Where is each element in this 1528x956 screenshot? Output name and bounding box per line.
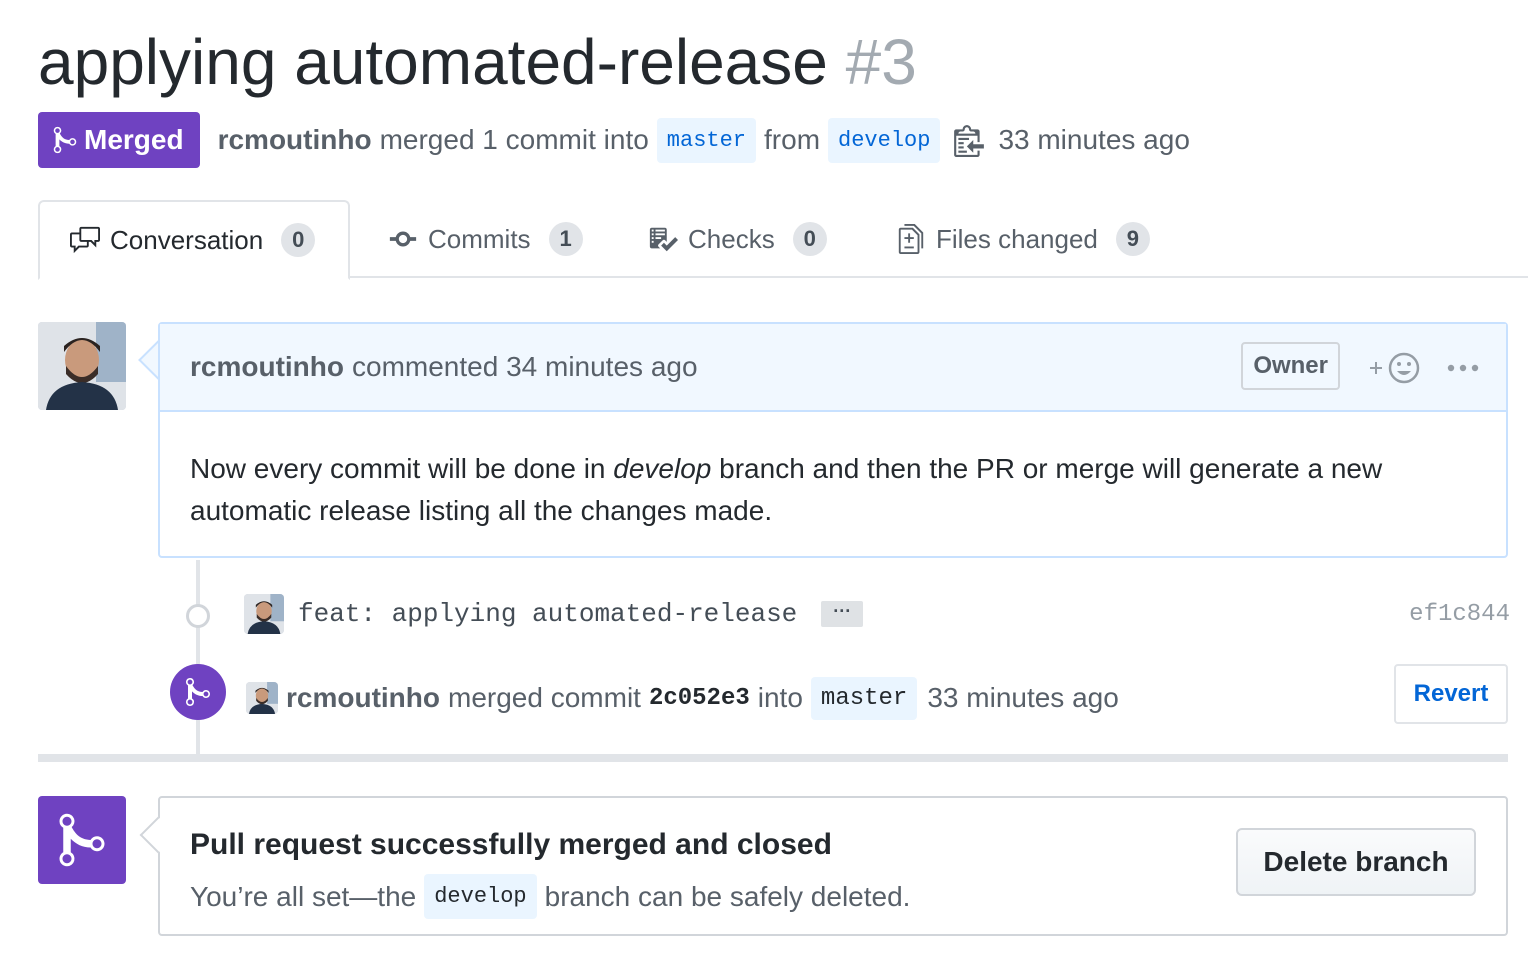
timeline-commit-row: feat: applying automated-release ··· ef1… (244, 592, 1510, 636)
comment-box: rcmoutinho commented 34 minutes ago Owne… (158, 322, 1508, 558)
tab-conversation[interactable]: Conversation 0 (38, 200, 350, 280)
git-commit-dot-icon (186, 604, 210, 628)
commit-expand-button[interactable]: ··· (821, 601, 864, 627)
merge-event-badge (170, 664, 226, 720)
pr-author-link[interactable]: rcmoutinho (218, 124, 372, 156)
from-text: from (764, 124, 821, 155)
tab-conversation-label: Conversation (110, 224, 264, 255)
tab-checks-count: 0 (792, 222, 827, 256)
merge-status-title: Pull request successfully merged and clo… (190, 828, 832, 861)
base-branch-label[interactable]: master (656, 117, 757, 163)
pr-title: applying automated-release #3 (38, 26, 917, 98)
pr-number: #3 (845, 26, 917, 98)
pr-title-text: applying automated-release (38, 26, 828, 98)
tab-files-changed-count: 9 (1115, 222, 1150, 256)
git-merge-icon (186, 677, 210, 706)
comment-timestamp[interactable]: commented 34 minutes ago (352, 351, 698, 383)
comment-discussion-icon (70, 226, 100, 254)
comment-body: Now every commit will be done in develop… (160, 412, 1506, 532)
merged-state-badge: Merged (38, 112, 200, 168)
git-merge-icon (53, 126, 77, 154)
add-reaction-icon[interactable] (1364, 348, 1424, 388)
pr-meta: Merged rcmoutinho merged 1 commit into m… (38, 112, 1190, 168)
merge-avatar[interactable] (246, 682, 278, 714)
merge-status-sub-after: branch can be safely deleted. (544, 880, 911, 912)
pr-time-ago: 33 minutes ago (998, 124, 1190, 155)
timeline-divider (38, 754, 1508, 762)
tab-files-changed[interactable]: Files changed 9 (894, 200, 1150, 278)
merged-state-label: Merged (84, 124, 184, 155)
commit-message-link[interactable]: feat: applying automated-release (298, 599, 797, 629)
avatar[interactable] (38, 322, 126, 410)
timeline-line (196, 560, 200, 754)
git-merge-icon (59, 813, 105, 867)
merge-status-branch[interactable]: develop (424, 874, 537, 919)
kebab-horizontal-icon[interactable] (1446, 362, 1480, 374)
owner-badge: Owner (1241, 342, 1340, 390)
tab-commits-label: Commits (428, 223, 531, 254)
comment-body-text-1: Now every commit will be done in (190, 453, 614, 484)
tab-checks[interactable]: Checks 0 (646, 200, 827, 278)
tab-commits-count: 1 (548, 222, 583, 256)
merge-author-link[interactable]: rcmoutinho (286, 682, 440, 714)
tab-commits[interactable]: Commits 1 (386, 200, 583, 278)
merged-text: merged 1 commit into (379, 124, 649, 155)
commit-sha-link[interactable]: ef1c844 (1409, 601, 1510, 628)
user-avatar-image (246, 682, 278, 714)
merge-branch-label[interactable]: master (810, 676, 918, 720)
merge-status-sub-before: You’re all set—the (190, 880, 417, 912)
user-avatar-image (38, 322, 126, 410)
merge-commit-sha-link[interactable]: 2c052e3 (649, 685, 750, 712)
merge-status-icon (38, 796, 126, 884)
tab-files-changed-label: Files changed (936, 223, 1098, 254)
user-avatar-image (244, 594, 284, 634)
merge-status-subtitle: You’re all set—the develop branch can be… (190, 874, 910, 919)
head-branch-label[interactable]: develop (828, 117, 941, 163)
tab-conversation-count: 0 (281, 223, 316, 257)
comment-body-emphasis: develop (613, 453, 712, 484)
into-text: into (757, 682, 803, 713)
comment-header: rcmoutinho commented 34 minutes ago Owne… (160, 324, 1506, 412)
merge-status-box: Pull request successfully merged and clo… (158, 796, 1508, 936)
tab-checks-label: Checks (688, 223, 775, 254)
git-commit-icon (389, 231, 417, 247)
merge-text: merged commit (448, 682, 641, 713)
revert-button[interactable]: Revert (1394, 664, 1508, 724)
file-diff-icon (898, 224, 924, 254)
pr-tabs: Conversation 0 Commits 1 Checks 0 Files … (38, 200, 1528, 280)
merge-event-row: rcmoutinho merged commit 2c052e3 into ma… (246, 676, 1119, 720)
delete-branch-button[interactable]: Delete branch (1236, 828, 1476, 896)
comment-author-link[interactable]: rcmoutinho (190, 351, 344, 383)
checklist-icon (649, 227, 678, 252)
clippy-icon[interactable] (954, 123, 985, 157)
merge-time-ago[interactable]: 33 minutes ago (927, 682, 1118, 714)
commit-avatar[interactable] (244, 594, 284, 634)
